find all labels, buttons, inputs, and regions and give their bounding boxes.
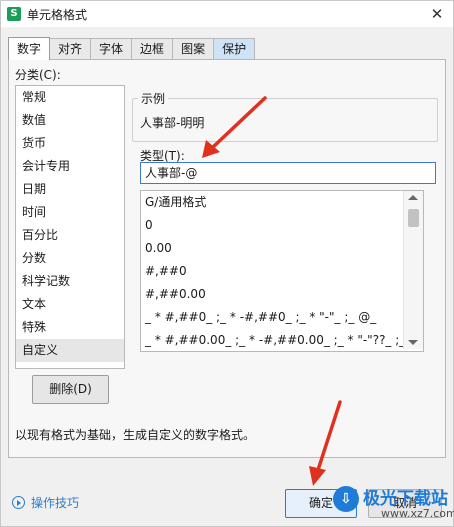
- category-currency[interactable]: 货币: [16, 132, 124, 155]
- tab-alignment[interactable]: 对齐: [49, 38, 92, 59]
- dialog-title: 单元格格式: [27, 8, 88, 22]
- format-list[interactable]: G/通用格式 0 0.00 #,##0 #,##0.00 _ * #,##0_ …: [140, 190, 424, 352]
- category-fraction[interactable]: 分数: [16, 247, 124, 270]
- close-button[interactable]: ✕: [427, 4, 447, 24]
- sample-legend: 示例: [138, 90, 169, 107]
- tab-bar: 数字 对齐 字体 边框 图案 保护: [8, 37, 256, 60]
- category-percentage[interactable]: 百分比: [16, 224, 124, 247]
- format-item[interactable]: _ * #,##0_ ;_ * -#,##0_ ;_ * "-"_ ;_ @_: [141, 306, 423, 329]
- delete-button[interactable]: 删除(D): [32, 375, 109, 404]
- title-bar: S 单元格格式 ✕: [1, 1, 453, 27]
- type-input[interactable]: 人事部-@: [140, 162, 436, 184]
- cancel-button[interactable]: 取消: [368, 489, 442, 518]
- format-item[interactable]: 0.00: [141, 237, 423, 260]
- category-number[interactable]: 数值: [16, 109, 124, 132]
- tips-link[interactable]: 操作技巧: [12, 494, 79, 511]
- category-date[interactable]: 日期: [16, 178, 124, 201]
- ok-button[interactable]: 确定: [285, 489, 357, 518]
- format-list-scrollbar[interactable]: [403, 191, 423, 349]
- category-time[interactable]: 时间: [16, 201, 124, 224]
- category-general[interactable]: 常规: [16, 86, 124, 109]
- wps-app-icon: S: [7, 7, 21, 21]
- category-list[interactable]: 常规 数值 货币 会计专用 日期 时间 百分比 分数 科学记数 文本 特殊 自定…: [15, 85, 125, 369]
- sample-value: 人事部-明明: [140, 116, 205, 130]
- format-item[interactable]: _ * #,##0.00_ ;_ * -#,##0.00_ ;_ * "-"??…: [141, 329, 423, 351]
- scroll-up-icon[interactable]: [408, 195, 418, 200]
- tab-font[interactable]: 字体: [90, 38, 133, 59]
- category-accounting[interactable]: 会计专用: [16, 155, 124, 178]
- tab-pattern[interactable]: 图案: [172, 38, 215, 59]
- tips-label: 操作技巧: [31, 496, 80, 510]
- format-item[interactable]: G/通用格式: [141, 191, 423, 214]
- category-scientific[interactable]: 科学记数: [16, 270, 124, 293]
- format-description: 以现有格式为基础，生成自定义的数字格式。: [15, 428, 256, 442]
- category-custom[interactable]: 自定义: [16, 339, 124, 362]
- format-item[interactable]: #,##0: [141, 260, 423, 283]
- format-item[interactable]: #,##0.00: [141, 283, 423, 306]
- tab-protection[interactable]: 保护: [213, 38, 256, 59]
- category-special[interactable]: 特殊: [16, 316, 124, 339]
- scroll-thumb[interactable]: [408, 209, 419, 227]
- tab-border[interactable]: 边框: [131, 38, 174, 59]
- format-item[interactable]: 0: [141, 214, 423, 237]
- scroll-down-icon[interactable]: [408, 340, 418, 345]
- tab-number[interactable]: 数字: [8, 37, 51, 60]
- category-text[interactable]: 文本: [16, 293, 124, 316]
- category-label: 分类(C):: [15, 68, 61, 82]
- play-circle-icon: [12, 496, 25, 509]
